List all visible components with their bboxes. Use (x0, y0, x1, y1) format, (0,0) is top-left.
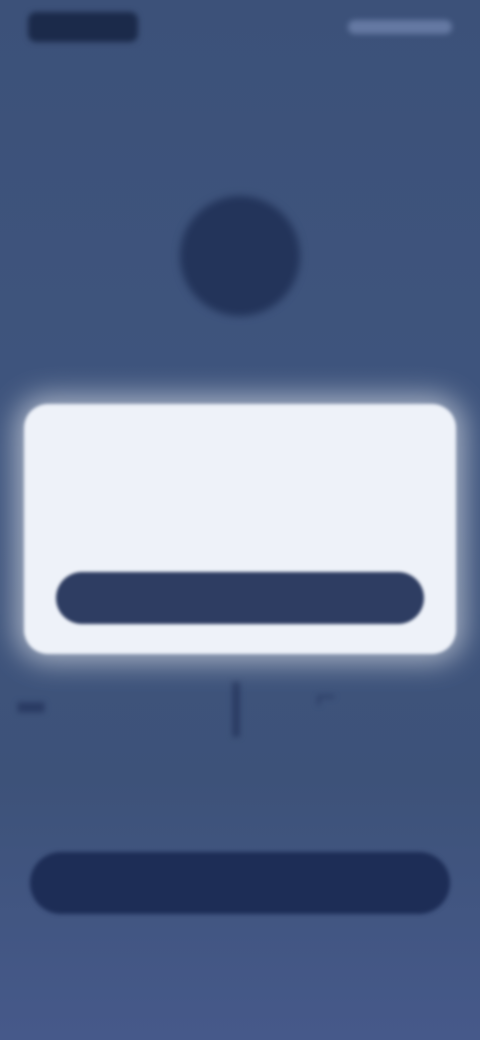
alert-dialog (24, 404, 456, 654)
dialog-confirm-button[interactable] (56, 572, 424, 624)
dialog-overlay (0, 0, 480, 1040)
